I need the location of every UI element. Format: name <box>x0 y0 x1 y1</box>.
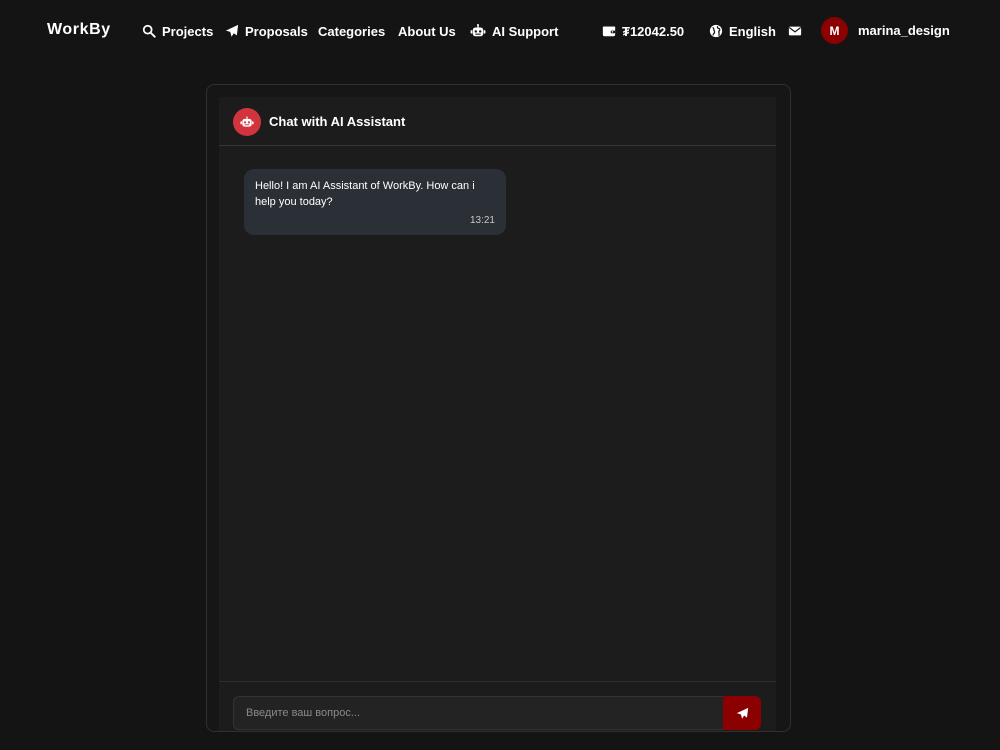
message-composer <box>219 681 776 731</box>
chat-input[interactable] <box>233 696 723 730</box>
wallet-balance[interactable]: ₮12042.50 <box>602 22 684 40</box>
envelope-icon <box>788 24 802 38</box>
robot-icon <box>233 108 261 136</box>
top-navbar: WorkBy Projects Proposals Categories Abo… <box>0 0 1000 62</box>
language-label: English <box>729 23 776 39</box>
nav-proposals-label: Proposals <box>245 23 308 39</box>
chat-panel: Chat with AI Assistant Hello! I am AI As… <box>219 97 776 731</box>
chat-header: Chat with AI Assistant <box>219 97 776 146</box>
nav-projects-label: Projects <box>162 23 214 39</box>
message-timestamp: 13:21 <box>469 215 495 226</box>
assistant-message: Hello! I am AI Assistant of WorkBy. How … <box>244 169 506 235</box>
chat-title: Chat with AI Assistant <box>269 114 406 129</box>
nav-projects[interactable]: Projects <box>142 22 213 40</box>
user-avatar[interactable]: M <box>821 17 848 44</box>
nav-about-us[interactable]: About Us <box>398 22 456 40</box>
nav-categories-label: Categories <box>318 23 386 39</box>
paper-plane-icon <box>736 707 749 720</box>
send-button[interactable] <box>723 696 761 730</box>
username-label[interactable]: marina_design <box>858 23 950 38</box>
wallet-balance-value: ₮12042.50 <box>622 23 685 39</box>
nav-categories[interactable]: Categories <box>318 22 385 40</box>
nav-ai-support-label: AI Support <box>492 23 559 39</box>
paper-plane-icon <box>225 24 239 38</box>
chat-card: Chat with AI Assistant Hello! I am AI As… <box>206 84 791 732</box>
messages-button[interactable] <box>788 22 802 40</box>
search-icon <box>142 24 156 38</box>
language-selector[interactable]: English <box>709 22 776 40</box>
robot-icon <box>470 24 486 38</box>
message-text: Hello! I am AI Assistant of WorkBy. How … <box>255 180 475 208</box>
nav-about-label: About Us <box>398 23 456 39</box>
brand-logo[interactable]: WorkBy <box>47 21 111 39</box>
globe-icon <box>709 24 723 38</box>
nav-ai-support[interactable]: AI Support <box>470 22 558 40</box>
nav-proposals[interactable]: Proposals <box>225 22 308 40</box>
wallet-icon <box>602 24 616 38</box>
message-list[interactable]: Hello! I am AI Assistant of WorkBy. How … <box>219 147 776 682</box>
